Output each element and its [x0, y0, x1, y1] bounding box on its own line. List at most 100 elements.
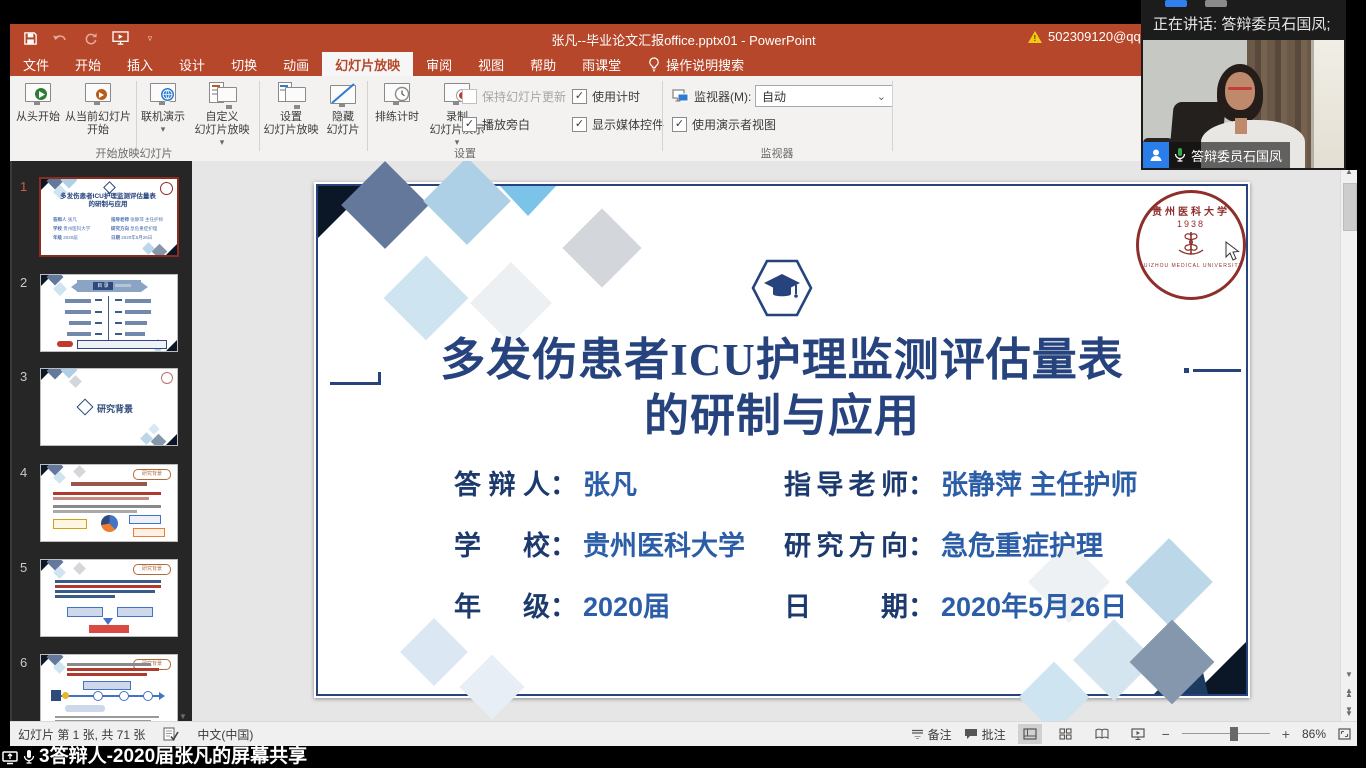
account-email: 502309120@qq.c — [1048, 29, 1140, 44]
participant-avatar[interactable] — [1143, 142, 1169, 168]
spellcheck-icon[interactable] — [163, 727, 179, 741]
slide-thumbnail-1[interactable]: 多发伤患者ICU护理监测评估量表的研制与应用 答辩人 张凡 指导老师 张静萍 主… — [39, 177, 179, 257]
slide-canvas[interactable]: 贵州医科大学 1938 GUIZHOU MEDICAL UNIVERSITY — [192, 161, 1340, 722]
check-icon: ✓ — [572, 117, 587, 132]
keep-slides-updated-checkbox[interactable]: 保持幻灯片更新 — [462, 88, 566, 105]
slide-1[interactable]: 贵州医科大学 1938 GUIZHOU MEDICAL UNIVERSITY — [314, 182, 1250, 698]
dropdown-arrow-icon: ▾ — [220, 137, 225, 148]
person-icon — [1148, 147, 1164, 163]
tab-rain-classroom[interactable]: 雨课堂 — [569, 52, 634, 76]
previous-slide-icon[interactable]: ▲▲ — [1341, 685, 1357, 701]
slide-thumbnail-5[interactable]: 研究背景 — [40, 559, 178, 637]
comments-icon — [964, 728, 978, 740]
tab-transitions[interactable]: 切换 — [218, 52, 270, 76]
overlay-right-edge — [1346, 0, 1366, 170]
tab-design[interactable]: 设计 — [166, 52, 218, 76]
mini-toc-label: 目 录 — [93, 282, 113, 290]
use-presenter-view-checkbox[interactable]: ✓ 使用演示者视图 — [672, 116, 776, 133]
thumbnail-number: 2 — [20, 275, 38, 290]
from-current-slide-button[interactable]: 从当前幻灯片 开始 — [62, 80, 134, 154]
notes-button[interactable]: 备注 — [911, 726, 952, 743]
monitor-select[interactable]: 自动 ⌄ — [755, 85, 893, 107]
zoom-slider[interactable] — [1182, 727, 1270, 741]
slide-thumbnail-panel: 1 多发伤患者ICU护理监测评估量表的研 — [10, 161, 192, 722]
normal-view-button[interactable] — [1018, 724, 1042, 744]
mini-decor: 目 录 — [41, 275, 177, 351]
tab-file[interactable]: 文件 — [10, 52, 62, 76]
language-indicator[interactable]: 中文(中国) — [197, 726, 253, 743]
present-online-button[interactable]: 联机演示 ▾ — [140, 80, 186, 154]
from-beginning-button[interactable]: 从头开始 — [14, 80, 62, 154]
fit-slide-to-window-icon[interactable] — [1338, 728, 1351, 740]
slide-title[interactable]: 多发伤患者ICU护理监测评估量表 的研制与应用 — [314, 332, 1250, 444]
zoom-level[interactable]: 86% — [1302, 727, 1326, 741]
warning-icon: ! — [1028, 31, 1042, 43]
tab-view[interactable]: 视图 — [465, 52, 517, 76]
participant-name: 答辩委员石国凤 — [1191, 146, 1282, 165]
group-label-setup: 设置 — [405, 145, 525, 161]
meeting-overlay-panel: 正在讲话: 答辩委员石国凤; 答辩委员石国凤 — [1141, 0, 1346, 170]
meeting-toolbar-blue-icon[interactable] — [1165, 0, 1187, 7]
mic-icon — [23, 749, 35, 765]
tell-me-label: 操作说明搜索 — [666, 55, 744, 74]
monitor-label-row: 监视器(M): — [672, 88, 751, 105]
slide-sorter-view-button[interactable] — [1054, 724, 1078, 744]
share-banner-text: 3答辩人-2020届张凡的屏幕共享 — [39, 747, 307, 767]
custom-slideshow-button[interactable]: 自定义 幻灯片放映 ▾ — [188, 80, 256, 154]
tab-home[interactable]: 开始 — [62, 52, 114, 76]
screen: ▿ 张凡--毕业论文汇报office.pptx01 - PowerPoint !… — [0, 0, 1366, 768]
slide-sorter-icon — [1059, 728, 1072, 740]
zoom-out-button[interactable]: − — [1162, 726, 1170, 742]
show-media-controls-checkbox[interactable]: ✓ 显示媒体控件 — [572, 116, 664, 133]
check-icon: ✓ — [672, 117, 687, 132]
comments-button[interactable]: 批注 — [964, 726, 1006, 743]
slideshow-view-icon — [1131, 728, 1145, 740]
play-narrations-checkbox[interactable]: ✓ 播放旁白 — [462, 116, 530, 133]
participant-video[interactable]: 答辩委员石国凤 — [1143, 40, 1344, 168]
thumbnail-number: 6 — [20, 655, 38, 670]
tab-review[interactable]: 审阅 — [413, 52, 465, 76]
notes-icon — [911, 728, 924, 740]
tab-insert[interactable]: 插入 — [114, 52, 166, 76]
dropdown-arrow-icon: ▾ — [161, 124, 166, 135]
lightbulb-icon — [648, 57, 660, 72]
screen-share-bar: 3答辩人-2020届张凡的屏幕共享 — [0, 746, 1366, 768]
normal-view-icon — [1023, 728, 1037, 740]
slide-thumbnail-2[interactable]: 目 录 — [40, 274, 178, 352]
use-timings-checkbox[interactable]: ✓ 使用计时 — [572, 88, 640, 105]
ribbon-group-separator — [662, 81, 663, 151]
slide-thumbnail-4[interactable]: 研究背景 — [40, 464, 178, 542]
scrollbar-thumb[interactable] — [1343, 183, 1357, 231]
participant-nametag: 答辩委员石国凤 — [1143, 142, 1290, 168]
tab-help[interactable]: 帮助 — [517, 52, 569, 76]
thumbnail-number: 3 — [20, 369, 38, 384]
checkbox-box — [462, 89, 477, 104]
setup-slideshow-button[interactable]: 设置 幻灯片放映 — [262, 80, 320, 154]
hide-slide-button[interactable]: 隐藏 幻灯片 — [322, 80, 364, 154]
slideshow-view-button[interactable] — [1126, 724, 1150, 744]
slide-thumbnail-3[interactable]: 研究背景 — [40, 368, 178, 446]
reading-view-button[interactable] — [1090, 724, 1114, 744]
ribbon-separator — [367, 81, 368, 151]
tab-animations[interactable]: 动画 — [270, 52, 322, 76]
tell-me-search[interactable]: 操作说明搜索 — [648, 52, 744, 76]
reading-view-icon — [1095, 728, 1109, 740]
zoom-slider-thumb[interactable] — [1230, 727, 1238, 741]
meeting-toolbar-gray-icon[interactable] — [1205, 0, 1227, 7]
rehearse-timings-button[interactable]: 排练计时 — [371, 80, 423, 154]
zoom-in-button[interactable]: + — [1282, 726, 1290, 742]
ribbon-group-separator — [892, 81, 893, 151]
mini-section-title: 研究背景 — [97, 402, 133, 415]
main-area: 1 多发伤患者ICU护理监测评估量表的研 — [10, 161, 1357, 722]
custom-slideshow-icon — [207, 82, 237, 108]
check-icon: ✓ — [572, 89, 587, 104]
field-row: 学校：贵州医科大学 研究方向：急危重症护理 — [454, 524, 1254, 585]
mini-decor: 研究背景 — [41, 560, 177, 636]
vertical-scrollbar[interactable]: ▲ ▼ ▲▲ ▼▼ — [1340, 161, 1357, 722]
scroll-down-icon[interactable]: ▼ — [1341, 666, 1357, 682]
field-row: 答辩人：张凡 指导老师：张静萍 主任护师 — [454, 463, 1254, 524]
next-slide-icon[interactable]: ▼▼ — [1341, 704, 1357, 720]
tab-slideshow[interactable]: 幻灯片放映 — [322, 52, 413, 76]
slide-info-fields[interactable]: 答辩人：张凡 指导老师：张静萍 主任护师 学校：贵州医科大学 研究方向：急危重症… — [454, 463, 1254, 646]
account-area[interactable]: ! 502309120@qq.c — [1028, 29, 1140, 44]
